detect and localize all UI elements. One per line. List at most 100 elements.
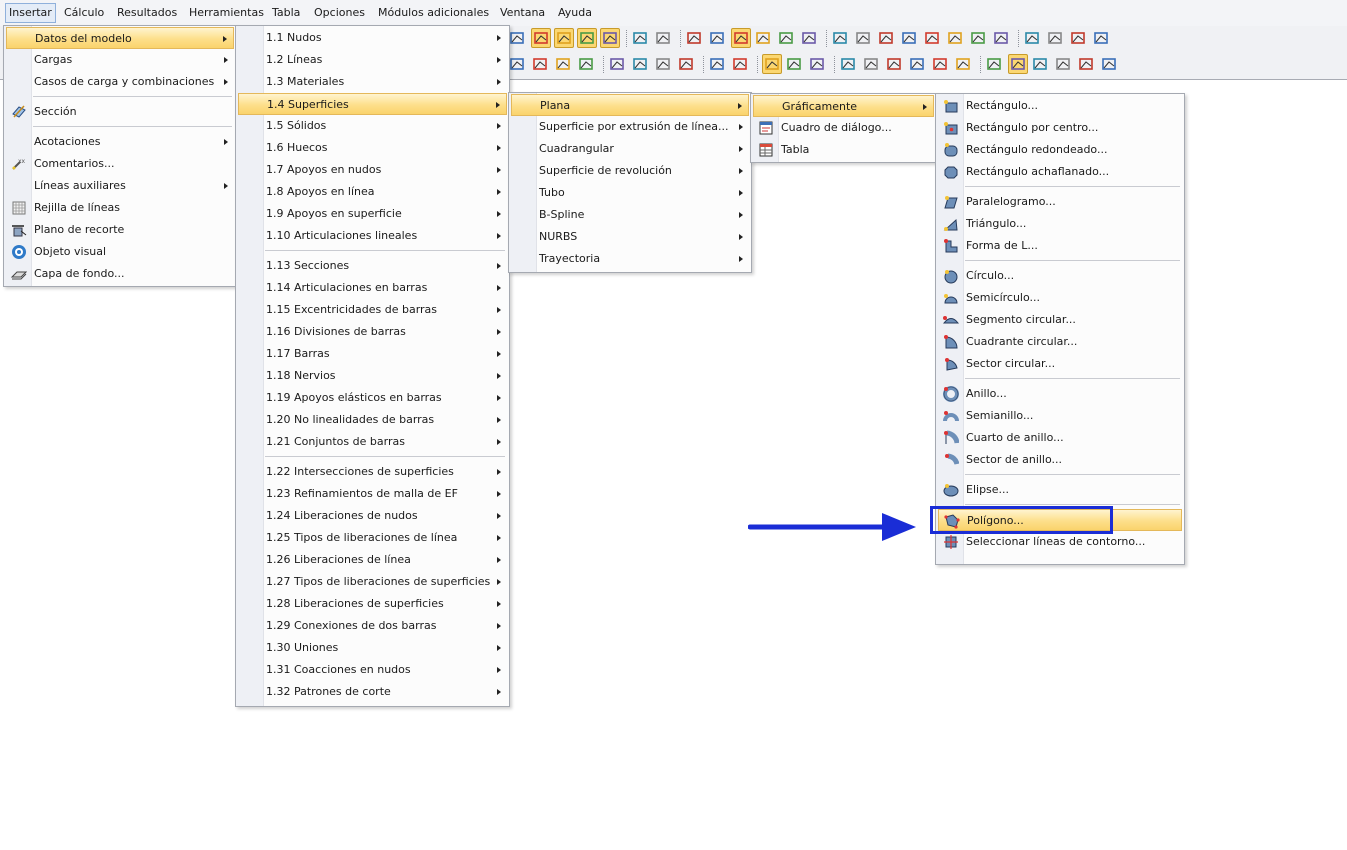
menu-item-1-13-secciones[interactable]: 1.13 Secciones <box>238 255 507 277</box>
menu-item-semicirculo[interactable]: Semicírculo... <box>938 287 1182 309</box>
menu-item-tubo[interactable]: Tubo <box>511 182 749 204</box>
axis-x-icon[interactable] <box>608 55 626 73</box>
window-icon[interactable] <box>1077 55 1095 73</box>
window2-icon[interactable] <box>1100 55 1118 73</box>
menu-item-capa-de-fondo[interactable]: Capa de fondo... <box>6 263 234 285</box>
menu-insertar[interactable]: Insertar <box>5 3 56 23</box>
menu-item-1-24-liberaciones-de-nudos[interactable]: 1.24 Liberaciones de nudos <box>238 505 507 527</box>
menu-item-1-3-materiales[interactable]: 1.3 Materiales <box>238 71 507 93</box>
menu-item-objeto-visual[interactable]: Objeto visual <box>6 241 234 263</box>
move-icon[interactable] <box>777 29 795 47</box>
menu-item-rectangulo-por-centro[interactable]: Rectángulo por centro... <box>938 117 1182 139</box>
menu-item-1-25-tipos-de-liberaciones-de-linea[interactable]: 1.25 Tipos de liberaciones de línea <box>238 527 507 549</box>
display-icon[interactable] <box>731 55 749 73</box>
frame-icon[interactable] <box>654 29 672 47</box>
search-icon[interactable] <box>831 29 849 47</box>
mirror-icon[interactable] <box>900 29 918 47</box>
menu-item-acotaciones[interactable]: Acotaciones <box>6 131 234 153</box>
menu-item-plana[interactable]: Plana <box>511 94 749 116</box>
menu-item-cuadrante-circular[interactable]: Cuadrante circular... <box>938 331 1182 353</box>
menu-tabla[interactable]: Tabla <box>269 4 303 22</box>
menu-item-cuadrangular[interactable]: Cuadrangular <box>511 138 749 160</box>
render-icon[interactable] <box>708 55 726 73</box>
menu-modulos-adicionales[interactable]: Módulos adicionales <box>375 4 492 22</box>
menu-item-datos-del-modelo[interactable]: Datos del modelo <box>6 27 234 49</box>
layer-icon[interactable] <box>908 55 926 73</box>
menu-item-b-spline[interactable]: B-Spline <box>511 204 749 226</box>
cube-icon[interactable] <box>946 29 964 47</box>
menu-item-1-5-solidos[interactable]: 1.5 Sólidos <box>238 115 507 137</box>
menu-item-1-22-intersecciones-de-superficies[interactable]: 1.22 Intersecciones de superficies <box>238 461 507 483</box>
menu-item-lineas-auxiliares[interactable]: Líneas auxiliares <box>6 175 234 197</box>
menu-item-plano-de-recorte[interactable]: Plano de recorte <box>6 219 234 241</box>
axis-iso-icon[interactable] <box>677 55 695 73</box>
menu-item-superficie-de-revolucion[interactable]: Superficie de revolución <box>511 160 749 182</box>
menu-item-forma-de-l[interactable]: Forma de L... <box>938 235 1182 257</box>
circle-icon[interactable] <box>877 29 895 47</box>
zoom-icon[interactable] <box>508 55 526 73</box>
menu-ventana[interactable]: Ventana <box>497 4 548 22</box>
menu-item-1-30-uniones[interactable]: 1.30 Uniones <box>238 637 507 659</box>
menu-item-1-21-conjuntos-de-barras[interactable]: 1.21 Conjuntos de barras <box>238 431 507 453</box>
grid-icon[interactable] <box>931 55 949 73</box>
menu-item-1-17-barras[interactable]: 1.17 Barras <box>238 343 507 365</box>
menu-item-1-9-apoyos-en-superficie[interactable]: 1.9 Apoyos en superficie <box>238 203 507 225</box>
menu-item-1-26-liberaciones-de-linea[interactable]: 1.26 Liberaciones de línea <box>238 549 507 571</box>
menu-item-rectangulo[interactable]: Rectángulo... <box>938 95 1182 117</box>
chevron-right-icon[interactable] <box>508 29 526 47</box>
xxx-label-icon[interactable] <box>554 28 574 48</box>
box2-icon[interactable] <box>577 55 595 73</box>
mesh-icon[interactable] <box>731 28 751 48</box>
menu-item-1-32-patrones-de-corte[interactable]: 1.32 Patrones de corte <box>238 681 507 703</box>
menu-item-segmento-circular[interactable]: Segmento circular... <box>938 309 1182 331</box>
paint-icon[interactable] <box>885 55 903 73</box>
menu-item-semianillo[interactable]: Semianillo... <box>938 405 1182 427</box>
menu-item-1-10-articulaciones-lineales[interactable]: 1.10 Articulaciones lineales <box>238 225 507 247</box>
support-icon[interactable] <box>754 29 772 47</box>
menu-calculo[interactable]: Cálculo <box>61 4 107 22</box>
grid-dots-icon[interactable] <box>708 29 726 47</box>
print-icon[interactable] <box>969 29 987 47</box>
menu-item-cuarto-de-anillo[interactable]: Cuarto de anillo... <box>938 427 1182 449</box>
gear-icon[interactable] <box>992 29 1010 47</box>
menu-item-graficamente[interactable]: Gráficamente <box>753 95 934 117</box>
menu-item-1-2-lineas[interactable]: 1.2 Líneas <box>238 49 507 71</box>
axis-y-icon[interactable] <box>631 55 649 73</box>
menu-item-1-31-coacciones-en-nudos[interactable]: 1.31 Coacciones en nudos <box>238 659 507 681</box>
chain-icon[interactable] <box>785 55 803 73</box>
solid-icon[interactable] <box>862 55 880 73</box>
menu-item-casos-de-carga[interactable]: Casos de carga y combinaciones <box>6 71 234 93</box>
menu-item-triangulo[interactable]: Triángulo... <box>938 213 1182 235</box>
result-icon[interactable] <box>808 55 826 73</box>
menu-item-1-14-articulaciones-en-barras[interactable]: 1.14 Articulaciones en barras <box>238 277 507 299</box>
color-icon[interactable] <box>839 55 857 73</box>
menu-item-1-20-no-linealidades-de-barras[interactable]: 1.20 No linealidades de barras <box>238 409 507 431</box>
menu-item-anillo[interactable]: Anillo... <box>938 383 1182 405</box>
rotate-3d-icon[interactable] <box>854 29 872 47</box>
search-icon[interactable] <box>531 55 549 73</box>
rotate-icon[interactable] <box>631 29 649 47</box>
menu-herramientas[interactable]: Herramientas <box>186 4 267 22</box>
menu-item-1-15-excentricidades-de-barras[interactable]: 1.15 Excentricidades de barras <box>238 299 507 321</box>
menu-item-1-27-tipos-de-liberaciones-de-superficies[interactable]: 1.27 Tipos de liberaciones de superficie… <box>238 571 507 593</box>
structure-icon[interactable] <box>800 29 818 47</box>
menu-item-nurbs[interactable]: NURBS <box>511 226 749 248</box>
menu-item-seleccionar-lineas-de-contorno[interactable]: Seleccionar líneas de contorno... <box>938 531 1182 553</box>
view-icon[interactable] <box>577 28 597 48</box>
menu-item-cargas[interactable]: Cargas <box>6 49 234 71</box>
menu-item-elipse[interactable]: Elipse... <box>938 479 1182 501</box>
menu-item-1-29-conexiones-de-dos-barras[interactable]: 1.29 Conexiones de dos barras <box>238 615 507 637</box>
menu-item-seccion[interactable]: Sección <box>6 101 234 123</box>
menu-item-sector-de-anillo[interactable]: Sector de anillo... <box>938 449 1182 471</box>
menu-item-rectangulo-redondeado[interactable]: Rectángulo redondeado... <box>938 139 1182 161</box>
hide-icon[interactable] <box>954 55 972 73</box>
menu-item-sector-circular[interactable]: Sector circular... <box>938 353 1182 375</box>
menu-item-1-23-refinamientos-de-malla-de-ef[interactable]: 1.23 Refinamientos de malla de EF <box>238 483 507 505</box>
menu-item-1-6-huecos[interactable]: 1.6 Huecos <box>238 137 507 159</box>
menu-item-1-28-liberaciones-de-superficies[interactable]: 1.28 Liberaciones de superficies <box>238 593 507 615</box>
menu-item-1-18-nervios[interactable]: 1.18 Nervios <box>238 365 507 387</box>
menu-item-rejilla-de-lineas[interactable]: Rejilla de líneas <box>6 197 234 219</box>
menu-item-tabla[interactable]: Tabla <box>753 139 934 161</box>
flag3-icon[interactable] <box>1069 29 1087 47</box>
flag2-icon[interactable] <box>1046 29 1064 47</box>
